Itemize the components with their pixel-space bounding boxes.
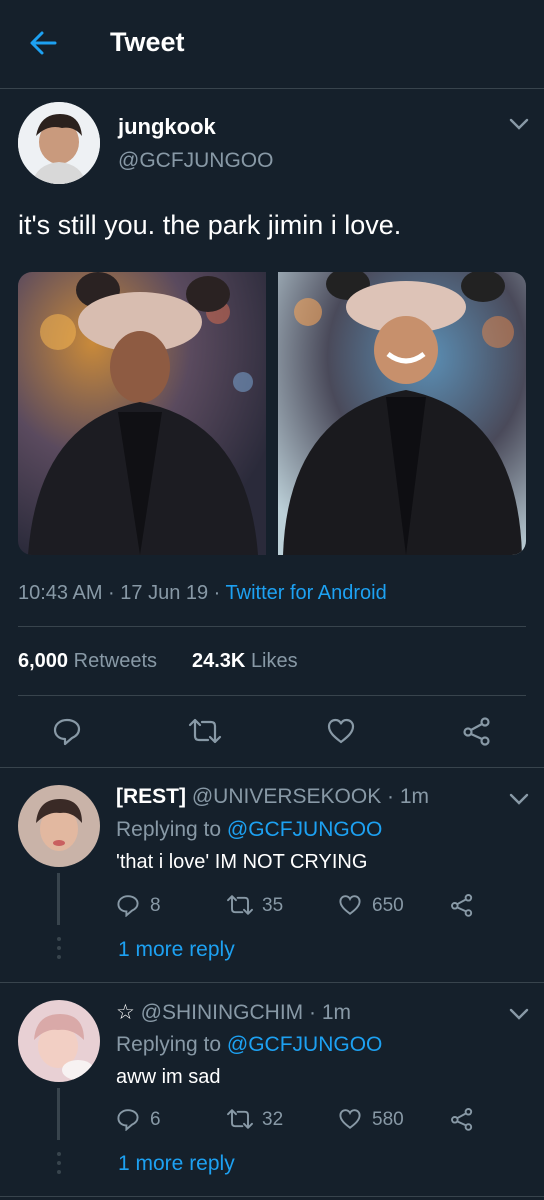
thread-dot	[57, 1170, 61, 1174]
reply-count: 8	[150, 895, 161, 916]
reply-count: 6	[150, 1109, 161, 1130]
replying-to: Replying to @GCFJUNGOO	[116, 1033, 382, 1057]
reply-avatar[interactable]	[18, 785, 100, 867]
retweet-icon[interactable]	[226, 1107, 254, 1131]
thread-dot	[57, 955, 61, 959]
replying-to: Replying to @GCFJUNGOO	[116, 818, 382, 842]
back-arrow-icon[interactable]	[28, 28, 58, 58]
thread-dot	[57, 1152, 61, 1156]
replying-to-handle[interactable]: @GCFJUNGOO	[227, 1033, 382, 1056]
reply-text: aww im sad	[116, 1066, 221, 1088]
author-handle[interactable]: @GCFJUNGOO	[118, 149, 273, 173]
reply-time: · 1m	[387, 785, 430, 808]
divider	[18, 626, 526, 627]
tweet-time: 10:43 AM · 17 Jun 19 ·	[18, 582, 226, 604]
chevron-down-icon[interactable]	[508, 792, 530, 806]
author-name[interactable]: jungkook	[118, 114, 216, 140]
retweet-count: 32	[262, 1109, 284, 1130]
divider	[18, 695, 526, 696]
author-avatar[interactable]	[18, 102, 100, 184]
retweets-label: Retweets	[73, 650, 157, 672]
reply-icon[interactable]	[52, 716, 82, 746]
divider	[0, 982, 544, 983]
reply-avatar[interactable]	[18, 1000, 100, 1082]
like-icon[interactable]	[326, 716, 356, 746]
retweet-icon[interactable]	[226, 893, 254, 917]
chevron-down-icon[interactable]	[508, 117, 530, 131]
share-icon[interactable]	[450, 893, 474, 917]
more-replies-link[interactable]: 1 more reply	[118, 938, 235, 962]
tweet-timestamp: 10:43 AM · 17 Jun 19 · Twitter for Andro…	[18, 582, 387, 605]
divider	[0, 1196, 544, 1197]
thread-line	[57, 873, 60, 925]
thread-line	[57, 1088, 60, 1140]
tweet-photo-1[interactable]	[18, 272, 266, 555]
reply-author-name[interactable]: ☆	[116, 1001, 135, 1024]
reply-author-handle[interactable]: @SHININGCHIM	[141, 1001, 303, 1024]
share-icon[interactable]	[462, 716, 492, 746]
chevron-down-icon[interactable]	[508, 1007, 530, 1021]
top-bar: Tweet	[0, 0, 544, 89]
tweet-text: it's still you. the park jimin i love.	[18, 210, 402, 240]
share-icon[interactable]	[450, 1107, 474, 1131]
retweets-count: 6,000	[18, 650, 69, 672]
like-count: 650	[372, 895, 404, 916]
reply-icon[interactable]	[116, 893, 140, 917]
retweet-count: 35	[262, 895, 284, 916]
reply-header: [REST] @UNIVERSEKOOK · 1m	[116, 785, 429, 809]
replying-prefix: Replying to	[116, 818, 227, 841]
likes-label: Likes	[250, 650, 298, 672]
divider	[0, 767, 544, 768]
retweets-stat[interactable]: 6,000 Retweets	[18, 650, 157, 673]
thread-dot	[57, 946, 61, 950]
reply-header: ☆ @SHININGCHIM · 1m	[116, 1000, 351, 1025]
thread-dot	[57, 937, 61, 941]
likes-count: 24.3K	[192, 650, 246, 672]
likes-stat[interactable]: 24.3K Likes	[192, 650, 298, 673]
like-count: 580	[372, 1109, 404, 1130]
reply-icon[interactable]	[116, 1107, 140, 1131]
reply-author-handle[interactable]: @UNIVERSEKOOK	[192, 785, 381, 808]
thread-dot	[57, 1161, 61, 1165]
tweet-photo-2[interactable]	[278, 272, 526, 555]
more-replies-link[interactable]: 1 more reply	[118, 1152, 235, 1176]
like-icon[interactable]	[338, 893, 362, 917]
like-icon[interactable]	[338, 1107, 362, 1131]
reply-author-name[interactable]: [REST]	[116, 785, 186, 808]
page-title: Tweet	[110, 27, 185, 57]
tweet-source-link[interactable]: Twitter for Android	[226, 582, 387, 604]
reply-text: 'that i love' IM NOT CRYING	[116, 851, 368, 873]
reply-time: · 1m	[309, 1001, 351, 1024]
replying-prefix: Replying to	[116, 1033, 227, 1056]
replying-to-handle[interactable]: @GCFJUNGOO	[227, 818, 382, 841]
retweet-icon[interactable]	[188, 716, 222, 746]
